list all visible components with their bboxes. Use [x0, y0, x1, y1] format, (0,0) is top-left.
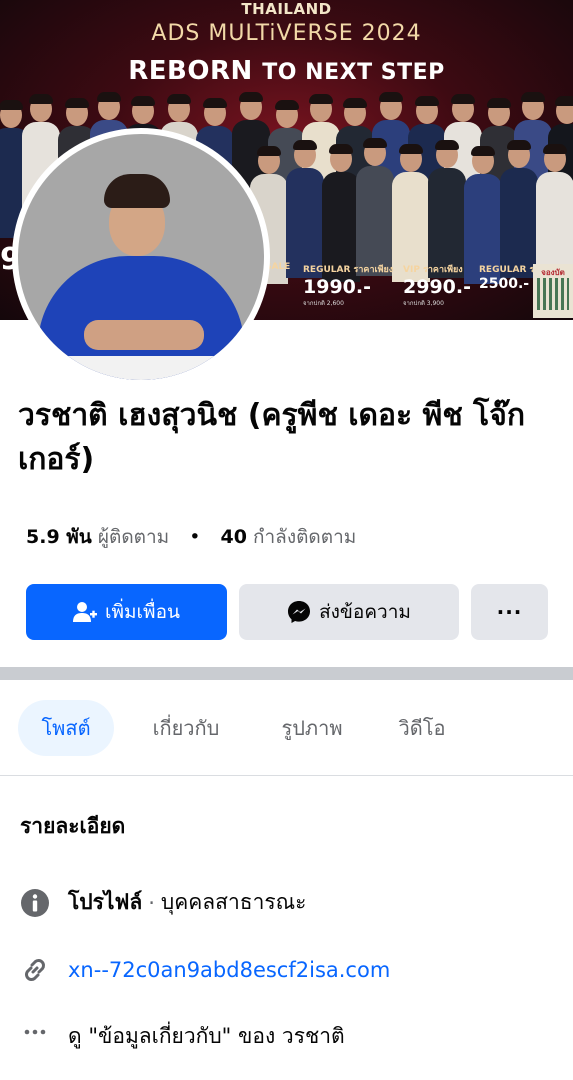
price-regular-value: 1990.- [303, 276, 371, 298]
link-icon [20, 955, 50, 985]
price-regular-note: จากปกติ 2,600 [303, 300, 344, 307]
cover-person [356, 138, 394, 276]
details-heading: รายละเอียด [20, 814, 126, 838]
price-vip-label: VIP ราคาเพียง [403, 265, 463, 275]
cover-person [500, 140, 538, 278]
info-icon [20, 888, 50, 918]
avatar-desk [18, 356, 264, 380]
message-label: ส่งข้อความ [319, 601, 411, 623]
profile-category-row: โปรไฟล์ · บุคคลสาธารณะ [20, 886, 306, 919]
stats-separator: • [189, 526, 201, 548]
more-options-button[interactable]: ··· [471, 584, 548, 640]
price-regular-label: REGULAR ราคาเพียง [303, 265, 394, 275]
tab-videos[interactable]: วิดีโอ [386, 700, 458, 756]
category-separator: · [148, 890, 155, 915]
see-about-label[interactable]: ดู "ข้อมูลเกี่ยวกับ" ของ วรชาติ [68, 1020, 345, 1053]
qr-code-icon: จองบัต [533, 264, 573, 318]
avatar-photo [18, 134, 264, 380]
cover-person [428, 140, 466, 278]
avatar-hands [84, 320, 204, 350]
profile-name: วรชาติ เฮงสุวนิช (ครูพีช เดอะ พีช โจ๊กเก… [18, 398, 525, 477]
followers-count[interactable]: 5.9 พัน [26, 526, 92, 548]
price-vip: VIP ราคาเพียง 2990.- จากปกติ 3,900 [403, 262, 471, 308]
tab-photos[interactable]: รูปภาพ [268, 700, 356, 756]
add-friend-button[interactable]: เพิ่มเพื่อน [26, 584, 227, 640]
followers-label[interactable]: ผู้ติดตาม [98, 526, 169, 548]
cover-tagline-small: TO NEXT STEP [262, 60, 445, 85]
profile-avatar[interactable] [12, 128, 270, 386]
cover-title-event: ADS MULTiVERSE 2024 [151, 21, 422, 46]
website-link[interactable]: xn--72c0an9abd8escf2isa.com [68, 958, 390, 982]
messenger-icon [288, 601, 311, 623]
website-row[interactable]: xn--72c0an9abd8escf2isa.com [20, 955, 390, 985]
cover-tagline-big: REBORN [128, 56, 253, 86]
section-divider [0, 667, 573, 680]
price-vip-value: 2990.- [403, 276, 471, 298]
person-plus-icon [73, 602, 98, 622]
profile-type-label: โปรไฟล์ [68, 890, 143, 914]
tab-about[interactable]: เกี่ยวกับ [140, 700, 232, 756]
tabs-divider [0, 775, 573, 776]
cover-title-tagline: REBORN TO NEXT STEP [0, 56, 573, 86]
follow-stats: 5.9 พัน ผู้ติดตาม • 40 กำลังติดตาม [26, 522, 356, 552]
following-label[interactable]: กำลังติดตาม [253, 526, 356, 548]
cover-price-row: SALE REGULAR ราคาเพียง 1990.- จากปกติ 2,… [265, 262, 573, 320]
following-count[interactable]: 40 [221, 526, 247, 548]
see-about-row[interactable]: ดู "ข้อมูลเกี่ยวกับ" ของ วรชาติ [20, 1020, 345, 1053]
qr-label: จองบัต [541, 268, 565, 277]
message-button[interactable]: ส่งข้อความ [239, 584, 459, 640]
ellipsis-icon [20, 1022, 50, 1052]
avatar-hair [104, 174, 170, 208]
tab-posts[interactable]: โพสต์ [18, 700, 114, 756]
price-regular: REGULAR ราคาเพียง 1990.- จากปกติ 2,600 [303, 262, 393, 308]
cover-title-country: THAILAND [241, 0, 332, 18]
ellipsis-icon: ··· [496, 600, 523, 624]
cover-person [286, 140, 324, 278]
add-friend-label: เพิ่มเพื่อน [105, 601, 180, 623]
profile-category: บุคคลสาธารณะ [160, 890, 307, 914]
price-vip-note: จากปกติ 3,900 [403, 300, 444, 307]
